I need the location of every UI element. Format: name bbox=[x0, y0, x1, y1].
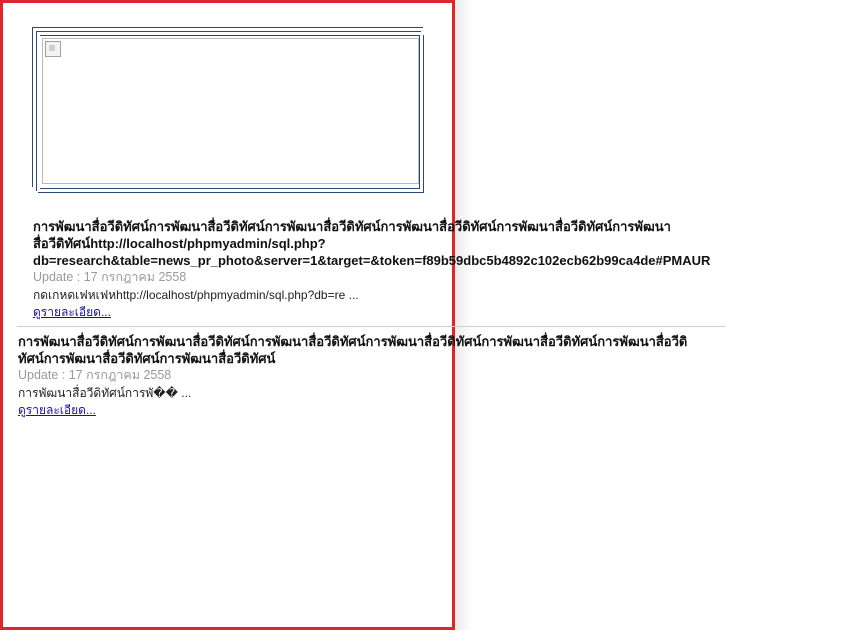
news-title-line: สื่อวีดิทัศน์http://localhost/phpmyadmin… bbox=[33, 236, 326, 251]
news-title-line: การพัฒนาสื่อวีดิทัศน์การพัฒนาสื่อวีดิทัศ… bbox=[18, 334, 688, 349]
update-date: Update : 17 กรกฎาคม 2558 bbox=[33, 270, 187, 284]
read-more-link[interactable]: ดูรายละเอียด... bbox=[33, 305, 111, 320]
news-title-line: ทัศน์การพัฒนาสื่อวีดิทัศน์การพัฒนาสื่อวี… bbox=[18, 351, 276, 366]
update-date: Update : 17 กรกฎาคม 2558 bbox=[18, 368, 172, 382]
news-title[interactable]: การพัฒนาสื่อวีดิทัศน์การพัฒนาสื่อวีดิทัศ… bbox=[33, 218, 733, 269]
read-more-link[interactable]: ดูรายละเอียด... bbox=[18, 403, 96, 418]
news-excerpt: การพัฒนาสื่อวีดิทัศน์การพั�� ... bbox=[18, 386, 192, 400]
news-item: การพัฒนาสื่อวีดิทัศน์การพัฒนาสื่อวีดิทัศ… bbox=[18, 333, 738, 419]
news-excerpt: กดเกหดเฟหเฟหhttp://localhost/phpmyadmin/… bbox=[33, 288, 359, 302]
news-item: การพัฒนาสื่อวีดิทัศน์การพัฒนาสื่อวีดิทัศ… bbox=[33, 218, 733, 321]
item-divider bbox=[17, 326, 726, 327]
news-title[interactable]: การพัฒนาสื่อวีดิทัศน์การพัฒนาสื่อวีดิทัศ… bbox=[18, 333, 738, 367]
news-thumbnail[interactable] bbox=[42, 38, 419, 184]
news-title-line: การพัฒนาสื่อวีดิทัศน์การพัฒนาสื่อวีดิทัศ… bbox=[33, 219, 671, 234]
news-title-line: db=research&table=news_pr_photo&server=1… bbox=[33, 253, 711, 268]
broken-image-icon bbox=[45, 41, 61, 57]
